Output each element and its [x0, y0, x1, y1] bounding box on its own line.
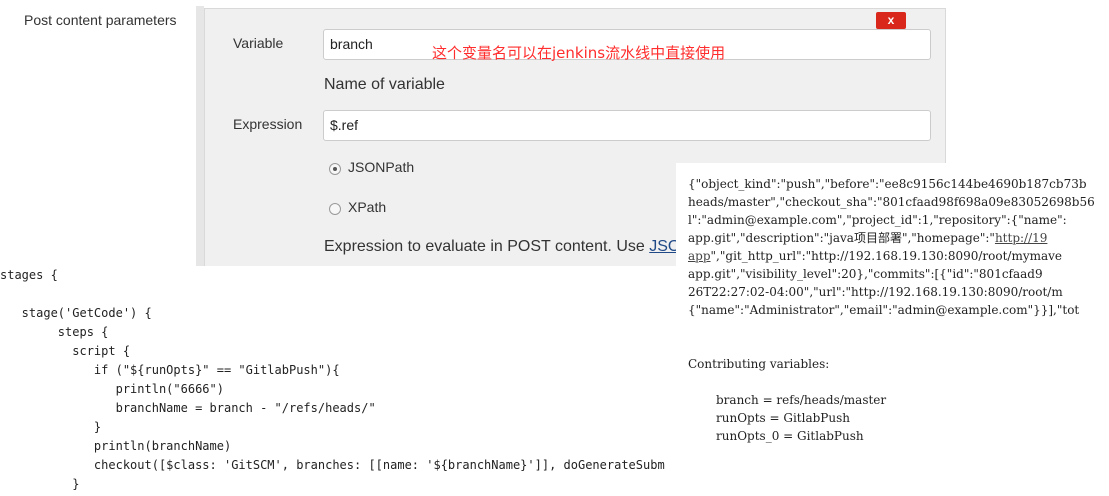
contributing-variable: runOpts_0 = GitlabPush — [716, 429, 864, 443]
delete-button[interactable]: x — [876, 12, 906, 29]
code-line: branchName = branch - "/refs/heads/" — [0, 401, 376, 415]
json-line: {"object_kind":"push","before":"ee8c9156… — [688, 177, 1087, 191]
code-line: println("6666") — [0, 382, 224, 396]
contributing-variables-label: Contributing variables: — [688, 357, 830, 371]
json-line: {"name":"Administrator","email":"admin@e… — [688, 303, 1080, 317]
expression-help-prefix: Expression to evaluate in POST content. … — [324, 238, 650, 255]
json-line: 26T22:27:02-04:00","url":"http://192.168… — [688, 285, 1063, 299]
variable-help-text: Name of variable — [324, 76, 445, 93]
jsonpath-radio[interactable] — [329, 163, 341, 175]
pipeline-code-block: stages { stage('GetCode') { steps { scri… — [0, 266, 675, 496]
code-line: } — [0, 420, 102, 434]
json-line: l":"admin@example.com","project_id":1,"r… — [688, 213, 1067, 227]
pipeline-code: stages { stage('GetCode') { steps { scri… — [0, 266, 675, 494]
xpath-radio[interactable] — [329, 203, 341, 215]
json-line: app.git","visibility_level":20},"commits… — [688, 267, 1043, 281]
code-line: checkout([$class: 'GitSCM', branches: [[… — [0, 458, 665, 472]
webhook-output-panel: {"object_kind":"push","before":"ee8c9156… — [676, 163, 1109, 496]
expression-label: Expression — [233, 116, 303, 132]
xpath-radio-label: XPath — [348, 199, 387, 215]
jsonpath-radio-label: JSONPath — [348, 159, 415, 175]
expression-help-text: Expression to evaluate in POST content. … — [324, 238, 692, 256]
variable-label: Variable — [233, 35, 284, 51]
code-line: steps { — [0, 325, 109, 339]
webhook-output: {"object_kind":"push","before":"ee8c9156… — [676, 163, 1109, 445]
homepage-link-part[interactable]: app — [688, 249, 711, 263]
homepage-link[interactable]: http://19 — [995, 231, 1047, 245]
code-line: } — [0, 477, 80, 491]
json-line: heads/master","checkout_sha":"801cfaad98… — [688, 195, 1095, 209]
contributing-variable: branch = refs/heads/master — [716, 393, 887, 407]
json-line: app","git_http_url":"http://192.168.19.1… — [688, 249, 1063, 263]
contributing-variable: runOpts = GitlabPush — [716, 411, 850, 425]
code-line: stages { — [0, 268, 58, 282]
code-line: stage('GetCode') { — [0, 306, 152, 320]
code-line: println(branchName) — [0, 439, 232, 453]
annotation-text: 这个变量名可以在jenkins流水线中直接使用 — [432, 44, 726, 62]
json-line: app.git","description":"java项目部署","homep… — [688, 231, 1048, 245]
section-label: Post content parameters — [24, 12, 177, 28]
section-divider — [196, 6, 204, 266]
code-line: script { — [0, 344, 131, 358]
expression-input[interactable]: $.ref — [323, 110, 931, 141]
code-line: if ("${runOpts}" == "GitlabPush"){ — [0, 363, 340, 377]
